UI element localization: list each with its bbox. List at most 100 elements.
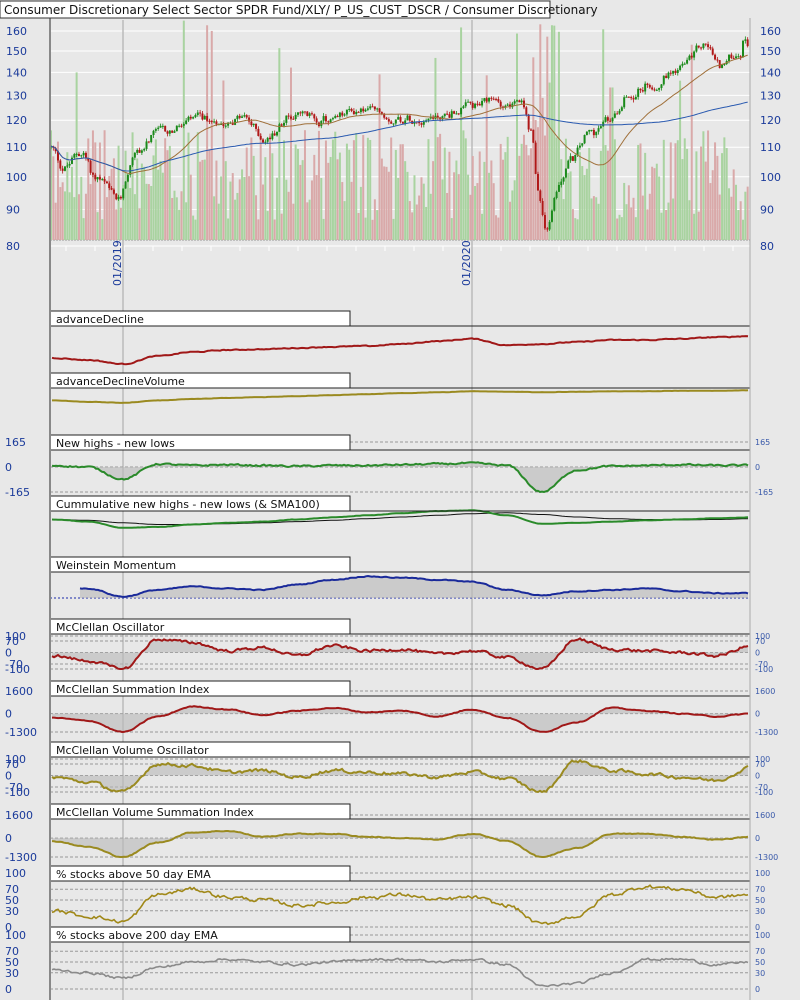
volume-bar: [413, 175, 416, 240]
volume-bar: [276, 177, 279, 240]
left-price-tick: 150: [6, 45, 27, 58]
volume-bar: [208, 149, 211, 240]
volume-bar: [161, 172, 164, 240]
volume-bar: [453, 172, 456, 240]
candle-body: [683, 63, 686, 65]
volume-bar: [735, 184, 738, 240]
volume-bar: [506, 136, 509, 240]
volume-bar: [366, 137, 369, 240]
candle-body: [101, 179, 104, 181]
candle-body: [315, 118, 318, 123]
volume-bar: [80, 176, 83, 240]
candle-body: [250, 121, 253, 126]
volume-bar: [189, 174, 192, 240]
volume-bar: [490, 160, 493, 240]
volume-bar: [117, 145, 120, 240]
candle-body: [140, 150, 143, 153]
candle-body: [126, 174, 129, 182]
candle-body: [80, 155, 83, 157]
volume-bar: [557, 31, 560, 241]
volume-bar: [434, 57, 437, 240]
candle-body: [122, 188, 125, 199]
candle-body: [578, 145, 581, 148]
volume-bar: [173, 190, 176, 240]
candle-body: [543, 215, 546, 229]
candle-body: [495, 98, 498, 100]
right-price-tick: 90: [760, 203, 774, 216]
right-axis-tick: 100: [755, 869, 770, 878]
candle-body: [623, 97, 626, 108]
volume-bar: [210, 30, 213, 241]
volume-bar: [140, 163, 143, 240]
right-axis-tick: 100: [755, 931, 770, 940]
candle-body: [159, 125, 162, 128]
candle-body: [341, 112, 344, 116]
candle-body: [147, 141, 150, 143]
candle-body: [168, 130, 171, 134]
candle-body: [362, 108, 365, 112]
candle-body: [485, 98, 488, 102]
volume-bar: [299, 164, 302, 240]
candle-body: [131, 157, 134, 166]
candle-body: [476, 103, 479, 105]
volume-bar: [690, 44, 693, 240]
volume-bar: [497, 217, 500, 240]
candle-body: [369, 106, 372, 109]
candle-body: [474, 103, 477, 108]
volume-bar: [686, 148, 689, 240]
volume-bar: [644, 152, 647, 240]
volume-bar: [324, 140, 327, 240]
volume-bar: [571, 209, 574, 240]
left-price-tick: 130: [6, 89, 27, 102]
candle-body: [634, 96, 637, 100]
candle-body: [546, 228, 549, 230]
volume-bar: [241, 169, 244, 240]
candle-body: [462, 106, 465, 109]
volume-bar: [679, 80, 682, 241]
volume-bar: [436, 137, 439, 240]
volume-bar: [222, 80, 225, 240]
candle-body: [471, 102, 474, 108]
right-axis-tick: 0: [755, 772, 760, 781]
candle-body: [532, 129, 535, 143]
candle-body: [378, 108, 381, 113]
candle-body: [310, 113, 313, 115]
candle-body: [380, 112, 383, 114]
candle-body: [404, 120, 407, 124]
right-axis-tick: 30: [755, 907, 765, 916]
candle-body: [618, 110, 621, 114]
candle-body: [446, 113, 449, 115]
candle-body: [648, 84, 651, 88]
candle-body: [331, 118, 334, 120]
candle-body: [210, 120, 213, 122]
candle-body: [408, 115, 411, 121]
volume-bar: [285, 179, 288, 240]
volume-bar: [411, 212, 414, 240]
candle-body: [91, 172, 94, 175]
candle-body: [646, 83, 649, 85]
candle-body: [294, 114, 297, 120]
candle-body: [89, 160, 92, 173]
candle-body: [541, 200, 544, 216]
volume-bar: [91, 130, 94, 240]
candle-body: [483, 98, 486, 101]
volume-bar: [234, 199, 237, 240]
right-axis-tick: 0: [755, 834, 760, 843]
volume-bar: [481, 213, 484, 240]
right-axis-tick: 30: [755, 969, 765, 978]
candle-body: [68, 163, 71, 166]
volume-bar: [606, 150, 609, 240]
candle-body: [338, 112, 341, 117]
candle-body: [359, 108, 362, 113]
candle-body: [709, 47, 712, 49]
volume-bar: [387, 171, 390, 240]
volume-bar: [266, 211, 269, 240]
candle-body: [529, 129, 532, 131]
candle-body: [266, 137, 269, 142]
volume-bar: [641, 195, 644, 240]
chart-title: Consumer Discretionary Select Sector SPD…: [4, 3, 598, 17]
candle-body: [681, 63, 684, 66]
volume-bar: [194, 219, 197, 240]
candle-body: [285, 115, 288, 123]
volume-bar: [618, 214, 621, 240]
